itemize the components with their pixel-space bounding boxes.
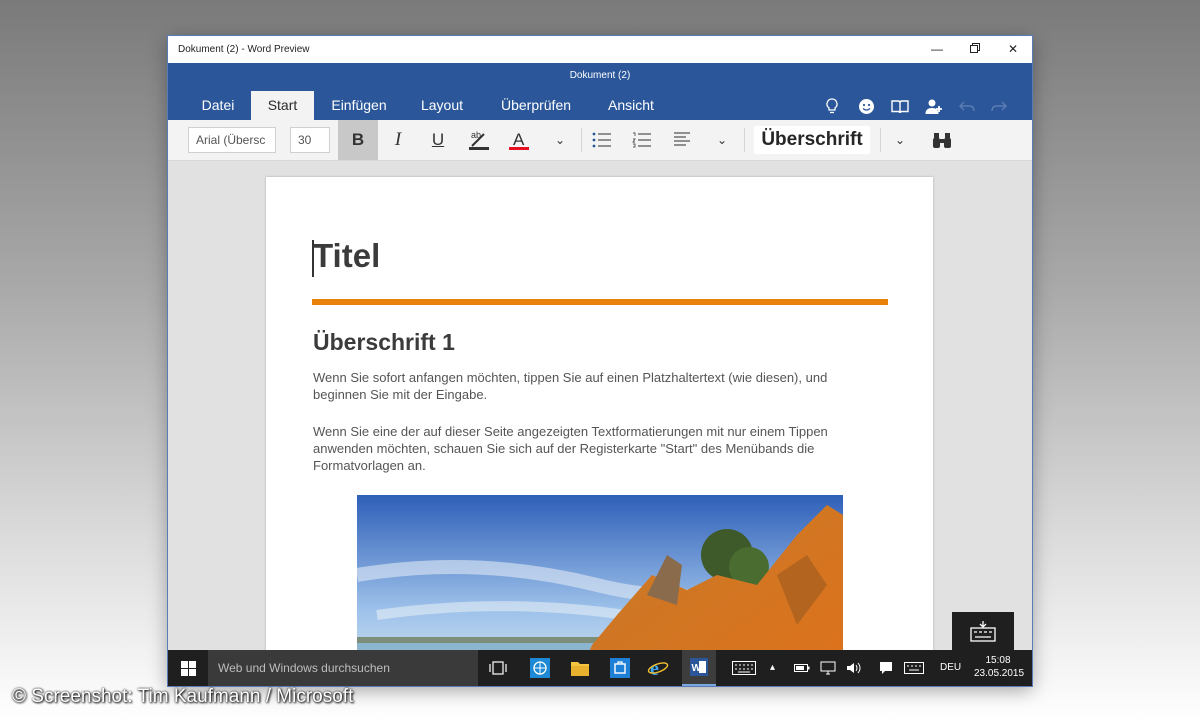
bullet-list-button[interactable] [584,124,620,156]
task-view-icon[interactable] [486,656,510,680]
tab-ansicht[interactable]: Ansicht [598,91,664,120]
find-binoculars-icon[interactable] [924,124,960,156]
heading-1[interactable]: Überschrift 1 [313,329,455,356]
italic-button[interactable]: I [380,124,416,156]
windows-taskbar: Web und Windows durchsuchen e W ▴ DEU 15… [168,650,1032,686]
word-app-icon[interactable]: W [682,650,716,686]
tab-einfuegen[interactable]: Einfügen [323,91,395,120]
document-canvas: Titel Überschrift 1 Wenn Sie sofort anfa… [168,161,1032,686]
touch-keyboard-icon[interactable] [730,656,758,680]
close-button[interactable]: ✕ [994,36,1032,63]
title-underline-rule [312,299,888,305]
battery-icon[interactable] [790,656,814,680]
svg-text:A: A [513,130,525,149]
tab-start[interactable]: Start [251,91,314,120]
restore-button[interactable] [956,36,994,63]
svg-text:W: W [692,663,702,674]
minimize-button[interactable]: — [918,36,956,63]
style-selector[interactable]: Überschrift [754,126,870,154]
document-title[interactable]: Titel [313,237,380,275]
font-color-button[interactable]: A [501,124,537,156]
divider [581,128,582,152]
font-name-input[interactable]: Arial (Übersc [188,127,276,153]
bullet-list-icon [592,132,611,148]
windows-logo-icon [180,660,196,676]
smiley-icon[interactable] [855,95,877,117]
browser-app-icon[interactable] [528,656,552,680]
redo-icon[interactable] [988,95,1010,117]
keyboard-dock-icon [970,621,996,642]
document-name: Dokument (2) [569,70,631,81]
window-title: Dokument (2) - Word Preview [178,44,310,55]
touch-keyboard-popup[interactable] [952,612,1014,650]
app-window: Dokument (2) - Word Preview — ✕ Dokument… [168,36,1032,686]
ribbon-header: Dokument (2) Datei Start Einfügen Layout… [168,63,1032,120]
tab-datei[interactable]: Datei [188,91,248,120]
paragraph-2[interactable]: Wenn Sie eine der auf dieser Seite angez… [313,423,873,474]
action-center-icon[interactable] [874,656,898,680]
clock-date: 23.05.2015 [974,668,1025,679]
align-button[interactable] [664,124,700,156]
highlighter-icon: ab [469,130,489,150]
style-chevron-icon[interactable]: ⌄ [882,124,918,156]
svg-text:e: e [650,658,659,679]
tab-ueberpruefen[interactable]: Überprüfen [493,91,579,120]
network-icon[interactable] [816,656,840,680]
show-hidden-icons-chevron-icon[interactable]: ▴ [770,650,775,686]
restore-icon [970,43,980,53]
reading-mode-icon[interactable] [889,95,911,117]
paragraph-more-chevron-icon[interactable]: ⌄ [704,124,740,156]
align-left-icon [674,132,690,146]
clock[interactable]: 15:08 23.05.2015 [974,650,1025,686]
numbered-list-button[interactable] [624,124,660,156]
font-color-icon: A [509,130,529,150]
document-page[interactable]: Titel Überschrift 1 Wenn Sie sofort anfa… [266,177,933,686]
font-more-chevron-icon[interactable]: ⌄ [542,124,578,156]
font-size-input[interactable]: 30 [290,127,330,153]
numbered-list-icon [632,132,651,148]
clock-time: 15:08 [985,655,1011,666]
volume-icon[interactable] [842,656,866,680]
internet-explorer-icon[interactable]: e [646,656,670,680]
formatting-toolbar: Arial (Übersc 30 B I U ab A ⌄ ⌄ Überschr… [168,120,1032,161]
tab-layout[interactable]: Layout [411,91,473,120]
keyboard-icon[interactable] [902,656,926,680]
file-explorer-icon[interactable] [568,656,592,680]
undo-icon[interactable] [956,95,978,117]
highlight-button[interactable]: ab [461,124,497,156]
lightbulb-icon[interactable] [821,95,843,117]
bold-button[interactable]: B [338,120,378,160]
paragraph-1[interactable]: Wenn Sie sofort anfangen möchten, tippen… [313,369,873,403]
store-icon[interactable] [608,656,632,680]
share-person-icon[interactable] [923,95,945,117]
divider [744,128,745,152]
search-input[interactable]: Web und Windows durchsuchen [208,650,478,686]
language-indicator[interactable]: DEU [940,650,961,686]
start-button[interactable] [168,650,208,686]
screenshot-credit: © Screenshot: Tim Kaufmann / Microsoft [12,686,354,707]
divider [880,128,881,152]
underline-button[interactable]: U [420,124,456,156]
title-bar: Dokument (2) - Word Preview — ✕ [168,36,1032,63]
